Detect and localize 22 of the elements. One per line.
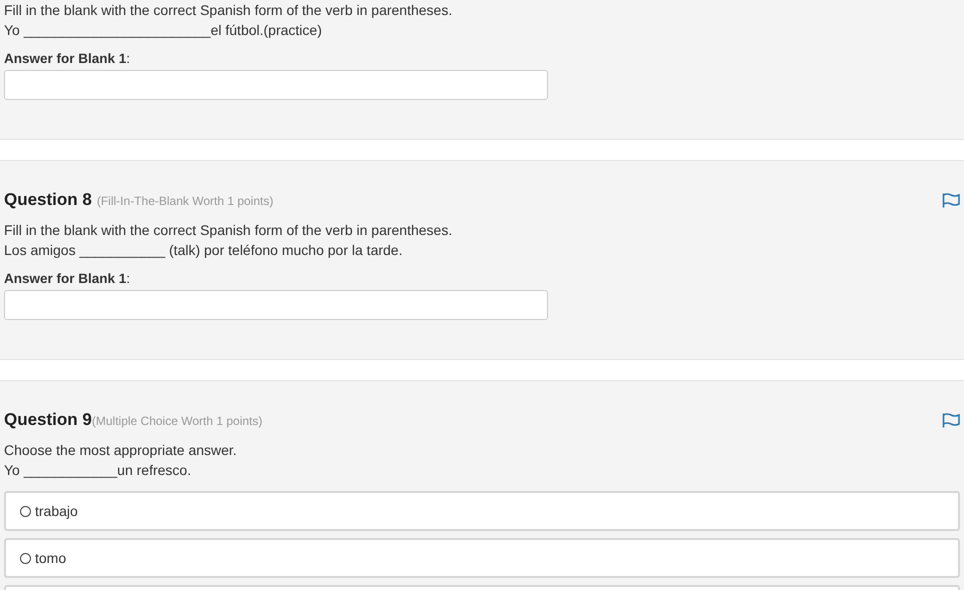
question-title: Question 9 [4,410,92,430]
flag-icon[interactable] [942,412,960,428]
flag-icon[interactable] [942,192,960,208]
question-meta: (Fill-In-The-Blank Worth 1 points) [96,194,274,208]
prompt-text: Fill in the blank with the correct Spanish form of the verb in parentheses. [4,221,454,240]
prompt-text: Choose the most appropriate answer. [4,441,238,460]
option-label: trabajo [35,502,78,521]
question-meta: (Multiple Choice Worth 1 points) [92,414,262,428]
answer-field[interactable] [4,290,548,320]
prompt-text: Los amigos ___________ (talk) por teléfono mucho por la tarde. [4,241,404,260]
option-label: tomo [35,549,66,568]
answer-label: Answer for Blank 1: [4,270,132,288]
radio-button[interactable] [20,552,31,564]
answer-label: Answer for Blank 1: [4,50,132,68]
prompt-text: Yo ____________un refresco. [4,461,192,480]
prompt-text: Fill in the blank with the correct Spanish form of the verb in parentheses. [4,1,454,20]
answer-option[interactable]: trabajo [4,491,960,531]
prompt-text: Yo ________________________el fútbol.(practice) [4,21,323,40]
question-title: Question 8 [4,190,92,210]
answer-option[interactable]: tomo [4,538,960,578]
answer-field[interactable] [4,70,548,100]
radio-button[interactable] [20,506,31,516]
